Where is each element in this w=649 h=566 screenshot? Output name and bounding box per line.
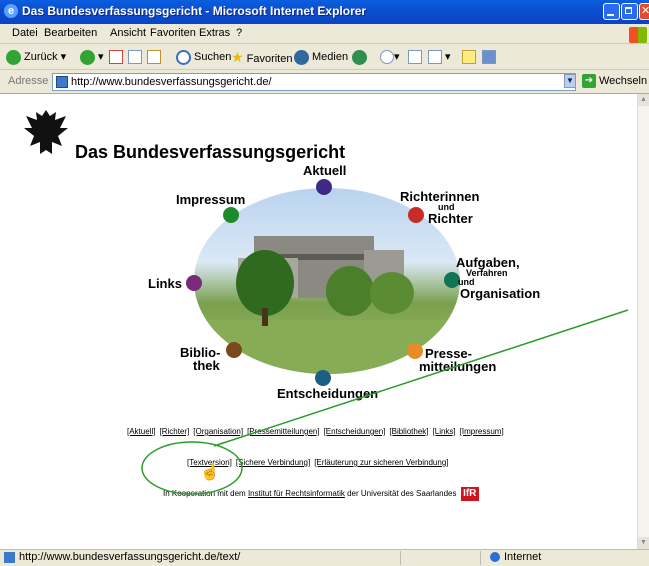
window-title: Das Bundesverfassungsgericht - Microsoft… (22, 4, 367, 18)
address-input[interactable]: http://www.bundesverfassungsgericht.de/ (52, 73, 576, 91)
annotation-line (213, 309, 629, 447)
search-icon (176, 49, 191, 65)
forward-button[interactable]: ▾ (80, 48, 104, 66)
go-button[interactable]: Wechseln zu (599, 75, 649, 87)
media-icon (294, 49, 309, 65)
mail-button[interactable]: ▾ (380, 48, 400, 66)
scroll-down-icon[interactable]: ▼ (638, 537, 649, 549)
favorites-button[interactable]: ★ Favoriten (231, 48, 292, 66)
edit-button[interactable]: ▾ (428, 48, 451, 66)
note-icon (462, 50, 476, 65)
messenger-button[interactable] (482, 48, 496, 66)
go-arrow-icon[interactable]: ➔ (582, 74, 596, 88)
search-button[interactable]: Suchen (176, 48, 231, 66)
maximize-button[interactable] (621, 3, 638, 20)
title-bar: e Das Bundesverfassungsgericht - Microso… (0, 0, 649, 24)
vertical-scrollbar[interactable]: ▲ ▼ (637, 94, 649, 549)
menu-ansicht[interactable]: Ansicht (110, 27, 146, 39)
menu-bar: Datei Bearbeiten Ansicht Favoriten Extra… (0, 24, 649, 44)
status-url: http://www.bundesverfassungsgericht.de/t… (4, 551, 240, 563)
home-icon (147, 50, 161, 65)
menu-favoriten[interactable]: Favoriten (150, 27, 196, 39)
address-label: Adresse (8, 75, 49, 87)
annotation-ellipse (141, 441, 243, 495)
history-button[interactable] (352, 48, 370, 66)
stop-button[interactable] (109, 48, 123, 66)
annotation-overlay (141, 309, 629, 495)
windows-logo-icon (629, 27, 647, 43)
print-button[interactable] (408, 48, 422, 66)
back-arrow-icon (6, 49, 21, 65)
address-dropdown-button[interactable]: ▼ (564, 74, 576, 88)
status-bar: http://www.bundesverfassungsgericht.de/t… (0, 549, 649, 566)
ie-icon: e (4, 4, 18, 18)
star-icon: ★ (231, 49, 244, 65)
mail-icon (380, 50, 394, 65)
refresh-button[interactable] (128, 48, 142, 66)
menu-datei[interactable]: Datei (12, 27, 38, 39)
home-button[interactable] (147, 48, 161, 66)
media-button[interactable]: Medien (294, 48, 348, 66)
globe-icon (490, 552, 500, 563)
discuss-button[interactable] (462, 48, 476, 66)
printer-icon (408, 50, 422, 65)
menu-help[interactable]: ? (236, 27, 242, 39)
forward-arrow-icon (80, 49, 95, 65)
stop-icon (109, 50, 123, 65)
messenger-icon (482, 50, 496, 65)
word-icon (428, 50, 442, 65)
menu-extras[interactable]: Extras (199, 27, 230, 39)
security-zone: Internet (490, 551, 541, 563)
minimize-button[interactable] (603, 3, 620, 20)
history-icon (352, 49, 367, 65)
back-button[interactable]: Zurück ▾ (6, 48, 66, 66)
page-icon (4, 551, 15, 563)
page-icon (56, 76, 68, 88)
address-bar: Adresse http://www.bundesverfassungsgeri… (0, 70, 649, 94)
toolbar: Zurück ▾ ▾ Suchen ★ Favoriten Medien ▾ ▾ (0, 44, 649, 70)
scroll-up-icon[interactable]: ▲ (638, 94, 649, 106)
close-button[interactable] (639, 3, 649, 20)
page-content: Das Bundesverfassungsgericht Aktuell Imp… (0, 94, 637, 549)
menu-bearbeiten[interactable]: Bearbeiten (44, 27, 97, 39)
refresh-icon (128, 50, 142, 65)
